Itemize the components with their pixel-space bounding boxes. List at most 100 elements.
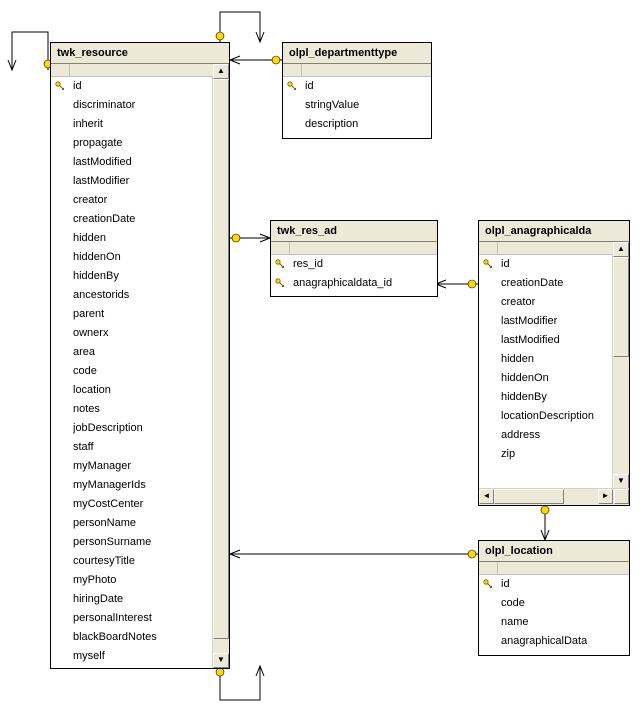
column-row[interactable]: area: [51, 343, 213, 362]
column-name: code: [501, 594, 625, 613]
table-olpl-anagraphicalda[interactable]: olpl_anagraphicalda ▲ ▼ idcreationDatecr…: [478, 220, 630, 506]
column-name: myself: [73, 647, 209, 666]
horizontal-scrollbar[interactable]: ◄ ►: [479, 488, 629, 505]
column-row[interactable]: id: [51, 77, 213, 96]
table-olpl-location[interactable]: olpl_location idcodenameanagraphicalData: [478, 540, 630, 656]
column-row[interactable]: jobDescription: [51, 419, 213, 438]
scroll-down-button[interactable]: ▼: [613, 474, 629, 489]
column-row[interactable]: code: [479, 594, 629, 613]
scroll-left-button[interactable]: ◄: [479, 489, 494, 504]
column-row[interactable]: myself: [51, 647, 213, 666]
column-row[interactable]: name: [479, 613, 629, 632]
column-icon: [51, 305, 69, 324]
column-row[interactable]: id: [479, 575, 629, 594]
column-row[interactable]: locationDescription: [479, 407, 613, 426]
column-name: zip: [501, 445, 609, 464]
column-row[interactable]: myManager: [51, 457, 213, 476]
column-name: id: [305, 77, 427, 96]
column-row[interactable]: creationDate: [51, 210, 213, 229]
column-row[interactable]: lastModifier: [51, 172, 213, 191]
scroll-thumb[interactable]: [213, 79, 229, 639]
column-icon: [479, 594, 497, 613]
column-icon: [51, 153, 69, 172]
vertical-scrollbar[interactable]: ▲ ▼: [612, 242, 629, 489]
column-row[interactable]: inherit: [51, 115, 213, 134]
column-row[interactable]: hiddenBy: [479, 388, 613, 407]
table-olpl-departmenttype[interactable]: olpl_departmenttype idstringValuedescrip…: [282, 42, 432, 139]
column-row[interactable]: discriminator: [51, 96, 213, 115]
column-row[interactable]: hidden: [51, 229, 213, 248]
column-row[interactable]: myPhoto: [51, 571, 213, 590]
column-row[interactable]: creationDate: [479, 274, 613, 293]
column-row[interactable]: personalInterest: [51, 609, 213, 628]
scroll-up-button[interactable]: ▲: [613, 242, 629, 257]
column-row[interactable]: lastModifier: [479, 312, 613, 331]
scroll-thumb[interactable]: [613, 257, 629, 357]
column-name: creationDate: [501, 274, 609, 293]
column-icon: [51, 647, 69, 666]
vertical-scrollbar[interactable]: ▲ ▼: [212, 64, 229, 668]
column-row[interactable]: ancestorids: [51, 286, 213, 305]
column-row[interactable]: description: [283, 115, 431, 134]
scroll-thumb[interactable]: [494, 489, 564, 504]
column-row[interactable]: code: [51, 362, 213, 381]
column-name: description: [305, 115, 427, 134]
column-row[interactable]: lastModified: [479, 331, 613, 350]
scroll-down-button[interactable]: ▼: [213, 653, 229, 668]
column-row[interactable]: hiddenOn: [479, 369, 613, 388]
column-name: anagraphicaldata_id: [293, 274, 433, 293]
column-row[interactable]: zip: [479, 445, 613, 464]
column-name: creator: [73, 191, 209, 210]
column-name: address: [501, 426, 609, 445]
column-icon: [51, 96, 69, 115]
column-row[interactable]: blackBoardNotes: [51, 628, 213, 647]
column-icon: [479, 388, 497, 407]
column-row[interactable]: personSurname: [51, 533, 213, 552]
column-row[interactable]: ownerx: [51, 324, 213, 343]
column-row[interactable]: parent: [51, 305, 213, 324]
column-row[interactable]: hiringDate: [51, 590, 213, 609]
column-row[interactable]: location: [51, 381, 213, 400]
column-row[interactable]: creator: [479, 293, 613, 312]
scroll-up-button[interactable]: ▲: [213, 64, 229, 79]
column-row[interactable]: lastModified: [51, 153, 213, 172]
column-name: parent: [73, 305, 209, 324]
table-twk-resource[interactable]: twk_resource ▲ ▼ iddiscriminatorinheritp…: [50, 42, 230, 669]
column-row[interactable]: anagraphicalData: [479, 632, 629, 651]
column-row[interactable]: myManagerIds: [51, 476, 213, 495]
column-name: hiringDate: [73, 590, 209, 609]
column-header: [479, 562, 629, 575]
column-name: notes: [73, 400, 209, 419]
table-title: olpl_anagraphicalda: [479, 221, 629, 242]
column-icon: [51, 590, 69, 609]
column-row[interactable]: anagraphicaldata_id: [271, 274, 437, 293]
column-name: area: [73, 343, 209, 362]
column-row[interactable]: courtesyTitle: [51, 552, 213, 571]
table-twk-res-ad[interactable]: twk_res_ad res_idanagraphicaldata_id: [270, 220, 438, 297]
column-icon: [51, 362, 69, 381]
column-icon: [51, 400, 69, 419]
column-row[interactable]: hidden: [479, 350, 613, 369]
column-icon: [479, 293, 497, 312]
column-row[interactable]: hiddenOn: [51, 248, 213, 267]
column-row[interactable]: stringValue: [283, 96, 431, 115]
column-row[interactable]: propagate: [51, 134, 213, 153]
column-icon: [479, 274, 497, 293]
column-icon: [51, 324, 69, 343]
column-row[interactable]: hiddenBy: [51, 267, 213, 286]
column-row[interactable]: staff: [51, 438, 213, 457]
column-row[interactable]: myCostCenter: [51, 495, 213, 514]
column-row[interactable]: address: [479, 426, 613, 445]
column-header: [283, 64, 431, 77]
column-row[interactable]: id: [283, 77, 431, 96]
column-row[interactable]: id: [479, 255, 613, 274]
column-name: jobDescription: [73, 419, 209, 438]
column-row[interactable]: notes: [51, 400, 213, 419]
scroll-right-button[interactable]: ►: [598, 489, 613, 504]
column-icon: [479, 445, 497, 464]
column-row[interactable]: personName: [51, 514, 213, 533]
primary-key-icon: [271, 274, 289, 293]
column-row[interactable]: res_id: [271, 255, 437, 274]
column-row[interactable]: creator: [51, 191, 213, 210]
column-icon: [479, 613, 497, 632]
